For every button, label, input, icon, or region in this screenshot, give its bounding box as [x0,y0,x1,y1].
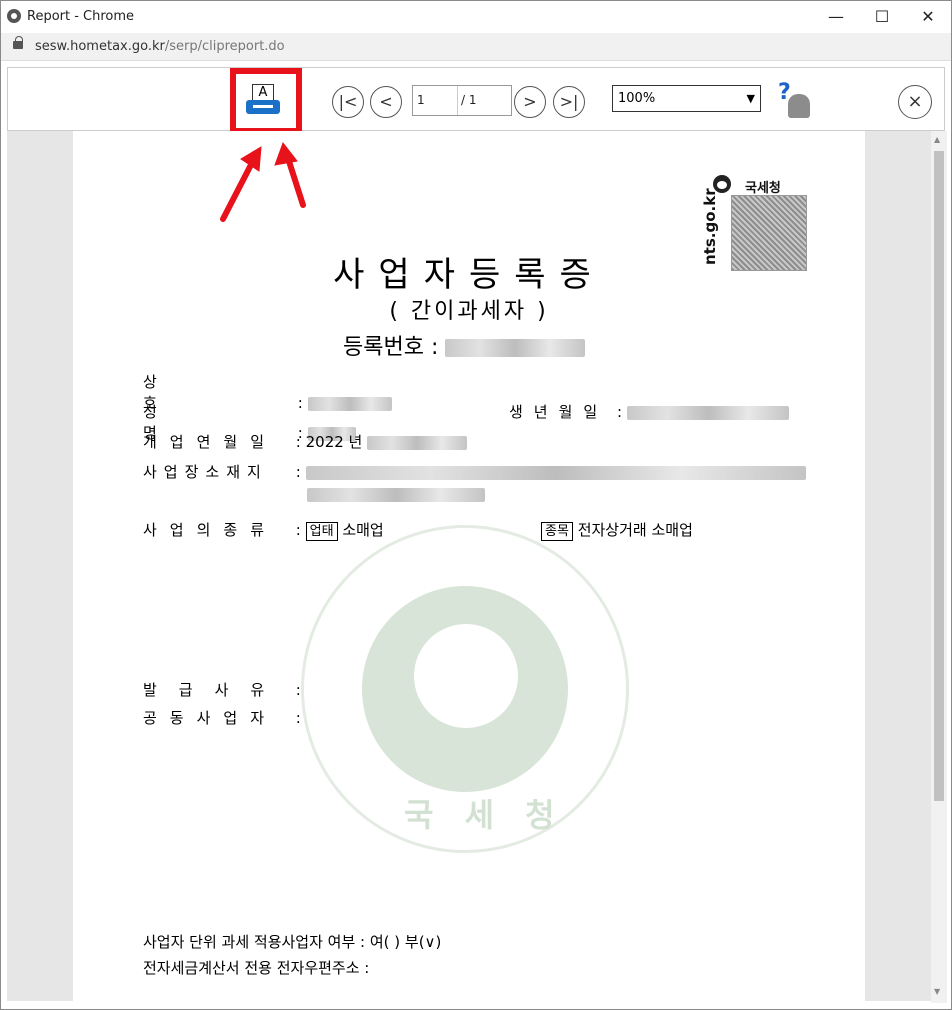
open-date-value: 2022 년 [305,433,363,451]
registration-certificate: 국 세 청 국세청 nts.go.kr 사업자등록증 ( 간이과세자 ) 등록번… [73,131,865,1001]
lock-icon [13,36,23,49]
scroll-up-icon[interactable]: ▲ [934,135,940,144]
printer-icon [246,100,280,114]
arrow-right-head [274,141,298,166]
person-icon [788,94,810,118]
address-bar[interactable]: sesw.hometax.go.kr/serp/clipreport.do [1,33,951,61]
scroll-thumb[interactable] [934,151,944,801]
open-date-label: 개업연월일 [143,433,278,451]
email-label: 전자세금계산서 전용 전자우편주소 : [143,959,370,977]
redacted-birth [626,405,789,420]
browser-window: Report - Chrome — ☐ ✕ sesw.hometax.go.kr… [0,0,952,1010]
minimize-button[interactable]: — [813,1,859,33]
item-tag: 종목 [541,522,573,541]
arrow-left [220,154,258,222]
redacted-reg-no [445,339,586,357]
zoom-value: 100% [618,91,656,106]
email-row: 전자세금계산서 전용 전자우편주소 : [143,957,369,978]
nts-seal-watermark: 국 세 청 [301,525,629,853]
birth-label: 생년월일 [509,403,609,421]
address-row-2 [307,485,485,503]
scroll-down-icon[interactable]: ▼ [934,987,940,996]
unit-tax-row: 사업자 단위 과세 적용사업자 여부 : 여( ) 부(∨) [143,931,441,952]
next-page-button[interactable]: > [514,86,546,118]
chevron-down-icon: ▼ [746,92,755,105]
page-number-box: 1 / 1 [412,85,512,116]
window-close-button[interactable]: ✕ [905,1,951,33]
zoom-select[interactable]: 100% ▼ [612,85,761,112]
joint-label: 공동사업자 [143,709,278,727]
url-text[interactable]: sesw.hometax.go.kr/serp/clipreport.do [35,39,285,54]
business-tag: 업태 [305,522,338,541]
url-host: sesw.hometax.go.kr [35,39,165,54]
document-title: 사업자등록증 [333,255,605,295]
redacted-open-date [367,435,468,450]
address-row: 사업장소재지 : [143,461,806,482]
maximize-button[interactable]: ☐ [859,1,905,33]
agency-name: 국세청 [745,181,781,196]
seal-emblem [362,586,568,792]
business-type-label: 사업의종류 [143,521,278,539]
joint-row: 공동사업자 : [143,709,301,727]
address-label: 사업장소재지 [143,463,268,481]
chrome-icon [7,9,21,23]
registration-number: 등록번호 : [343,329,586,361]
issue-reason-row: 발급사유 : [143,681,301,699]
redacted-address-2 [307,487,485,502]
window-title: Report - Chrome [27,9,135,24]
business-type-row: 사업의종류 : 업태 소매업 [143,521,384,541]
birth-row: 생년월일 : [509,401,789,422]
document-subtitle: ( 간이과세자 ) [389,299,549,324]
open-date-row: 개업연월일 : 2022 년 [143,431,468,452]
item-row: 종목 전자상거래 소매업 [541,519,693,541]
close-report-button[interactable]: × [898,85,932,119]
annotation-arrows [220,141,306,222]
help-button[interactable]: ? [778,80,814,120]
item-value: 전자상거래 소매업 [577,521,693,539]
redacted-address-1 [305,465,806,480]
print-button[interactable]: A [230,68,302,134]
url-path: /serp/clipreport.do [164,39,285,54]
reg-no-label: 등록번호 : [343,335,439,360]
report-viewer: 국 세 청 국세청 nts.go.kr 사업자등록증 ( 간이과세자 ) 등록번… [7,131,931,1001]
prev-page-button[interactable]: < [370,86,402,118]
title-bar: Report - Chrome — ☐ ✕ [1,1,951,33]
vertical-scrollbar[interactable]: ▲ ▼ [931,131,947,1003]
unit-tax-label: 사업자 단위 과세 적용사업자 여부 : 여( ) 부(∨) [143,933,442,951]
total-pages: / 1 [461,93,477,107]
first-page-button[interactable]: |< [332,86,364,118]
last-page-button[interactable]: >| [553,86,585,118]
issue-reason-label: 발급사유 [143,681,287,699]
seal-text: 국 세 청 [404,796,565,834]
current-page-input[interactable]: 1 [413,86,458,115]
business-value: 소매업 [342,521,384,539]
report-toolbar: A |< < 1 / 1 > >| 100% ▼ ? × [7,67,945,134]
